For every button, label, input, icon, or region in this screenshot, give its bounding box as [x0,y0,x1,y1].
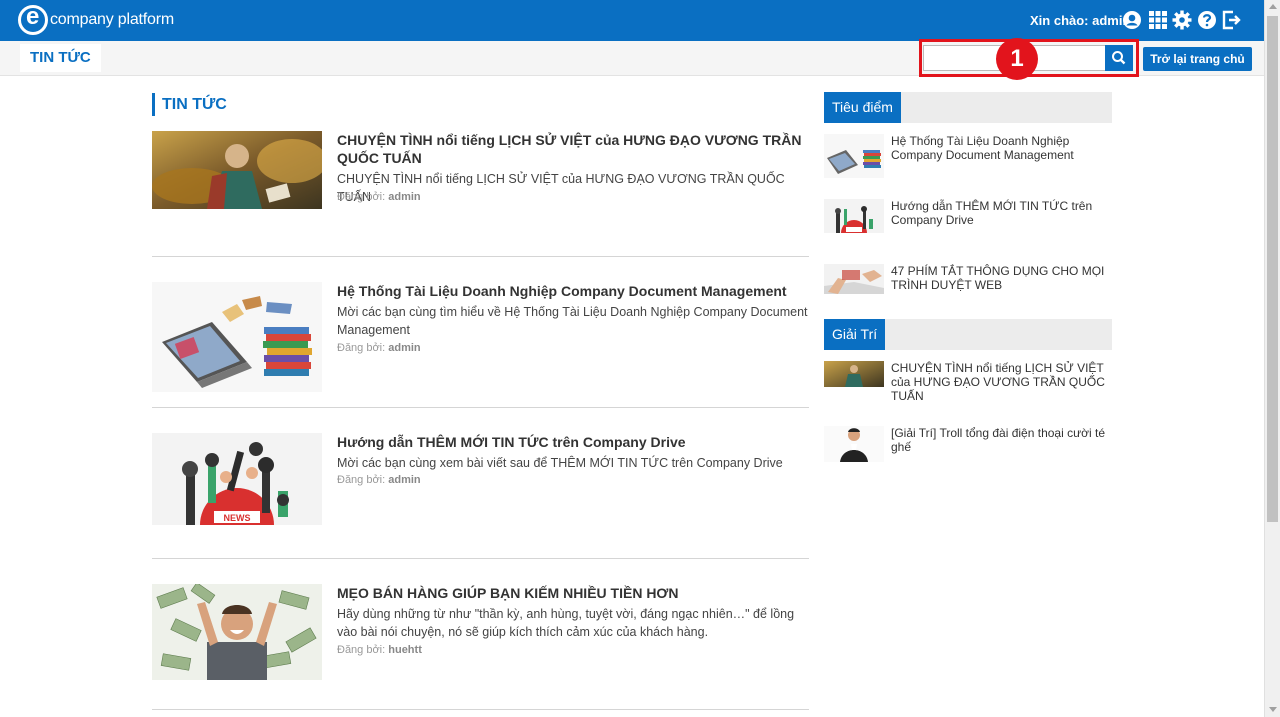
article-author: Đăng bởi: huehtt [337,644,422,656]
article-description: Hãy dùng những từ như "thần kỳ, anh hùng… [337,607,795,639]
logout-icon[interactable] [1222,10,1242,30]
entertainment-section-header: Giải Trí [824,319,1112,350]
logo-mark-icon [18,3,48,35]
page: company platform Xin chào: admin [0,0,1280,717]
article-item[interactable]: MẸO BÁN HÀNG GIÚP BẠN KIẾM NHIỀU TIỀN HƠ… [152,584,809,680]
author-name: huehtt [388,644,422,656]
article-author: Đăng bởi: admin [337,342,421,354]
entertainment-item-title[interactable]: CHUYỆN TÌNH nổi tiếng LỊCH SỬ VIỆT của H… [891,361,1112,403]
featured-item-title[interactable]: Hệ Thống Tài Liệu Doanh Nghiệp Company D… [891,134,1112,162]
article-divider [152,256,809,257]
featured-item[interactable]: 47 PHÍM TẮT THÔNG DỤNG CHO MỌI TRÌNH DUY… [824,264,1112,294]
featured-item-title[interactable]: 47 PHÍM TẮT THÔNG DỤNG CHO MỌI TRÌNH DUY… [891,264,1112,292]
article-item[interactable]: Hệ Thống Tài Liệu Doanh Nghiệp Company D… [152,282,809,392]
page-title: TIN TỨC [20,44,101,72]
article-divider [152,558,809,559]
featured-item[interactable]: Hệ Thống Tài Liệu Doanh Nghiệp Company D… [824,134,1112,178]
user-icon[interactable] [1122,10,1142,30]
article-description: Mời các bạn cùng xem bài viết sau để THÊ… [337,456,783,470]
author-name: admin [388,342,421,354]
callout-badge: 1 [996,38,1038,80]
article-thumbnail[interactable]: NEWS [152,433,322,525]
article-title[interactable]: Hệ Thống Tài Liệu Doanh Nghiệp Company D… [337,282,809,300]
search-icon [1112,51,1126,65]
top-header: company platform Xin chào: admin [0,0,1264,41]
featured-item-title[interactable]: Hướng dẫn THÊM MỚI TIN TỨC trên Company … [891,199,1112,227]
article-description: Mời các bạn cùng tìm hiểu về Hệ Thống Tà… [337,305,808,337]
entertainment-item[interactable]: CHUYỆN TÌNH nổi tiếng LỊCH SỬ VIỆT của H… [824,361,1112,405]
posted-by-label: Đăng bởi: [337,342,386,354]
entertainment-item-title[interactable]: [Giải Trí] Troll tổng đài điện thoại cườ… [891,426,1112,454]
scrollbar-thumb[interactable] [1267,16,1278,522]
entertainment-item[interactable]: [Giải Trí] Troll tổng đài điện thoại cườ… [824,426,1112,462]
featured-thumbnail[interactable] [824,199,884,233]
article-title[interactable]: Hướng dẫn THÊM MỚI TIN TỨC trên Company … [337,433,809,451]
featured-thumbnail[interactable] [824,134,884,178]
search-button[interactable] [1105,45,1133,71]
article-thumbnail[interactable] [152,131,322,209]
article-thumbnail[interactable] [152,584,322,680]
posted-by-label: Đăng bởi: [337,191,386,203]
greeting-text: Xin chào: admin [1030,13,1131,28]
article-thumbnail[interactable] [152,282,322,392]
company-logo[interactable]: company platform [18,3,174,36]
article-divider [152,407,809,408]
author-name: admin [388,474,421,486]
entertainment-section-title: Giải Trí [824,319,886,350]
featured-section-header: Tiêu điểm [824,92,1112,123]
back-to-home-button[interactable]: Trở lại trang chủ [1143,47,1252,71]
article-item[interactable]: CHUYỆN TÌNH nổi tiếng LỊCH SỬ VIỆT của H… [152,131,809,211]
posted-by-label: Đăng bởi: [337,474,386,486]
section-title: TIN TỨC [152,93,227,116]
entertainment-thumbnail[interactable] [824,426,884,462]
featured-thumbnail[interactable] [824,264,884,294]
posted-by-label: Đăng bởi: [337,644,386,656]
gear-icon[interactable] [1172,10,1192,30]
article-divider [152,709,809,710]
article-author: Đăng bởi: admin [337,474,421,486]
article-title[interactable]: MẸO BÁN HÀNG GIÚP BẠN KIẾM NHIỀU TIỀN HƠ… [337,584,809,602]
featured-item[interactable]: Hướng dẫn THÊM MỚI TIN TỨC trên Company … [824,199,1112,233]
apps-grid-icon[interactable] [1148,10,1168,30]
article-author: Đăng bởi: admin [337,191,421,203]
entertainment-thumbnail[interactable] [824,361,884,387]
featured-section-title: Tiêu điểm [824,92,901,123]
article-item[interactable]: NEWS Hướng dẫn THÊM MỚI TIN TỨC trên Com… [152,433,809,525]
scroll-down-icon[interactable] [1269,707,1277,712]
scroll-up-icon[interactable] [1269,4,1277,9]
article-title[interactable]: CHUYỆN TÌNH nổi tiếng LỊCH SỬ VIỆT của H… [337,131,809,167]
author-name: admin [388,191,421,203]
logo-text: company platform [50,11,174,28]
vertical-scrollbar[interactable] [1264,0,1280,717]
help-icon[interactable] [1197,10,1217,30]
news-sign-text: NEWS [224,513,251,523]
